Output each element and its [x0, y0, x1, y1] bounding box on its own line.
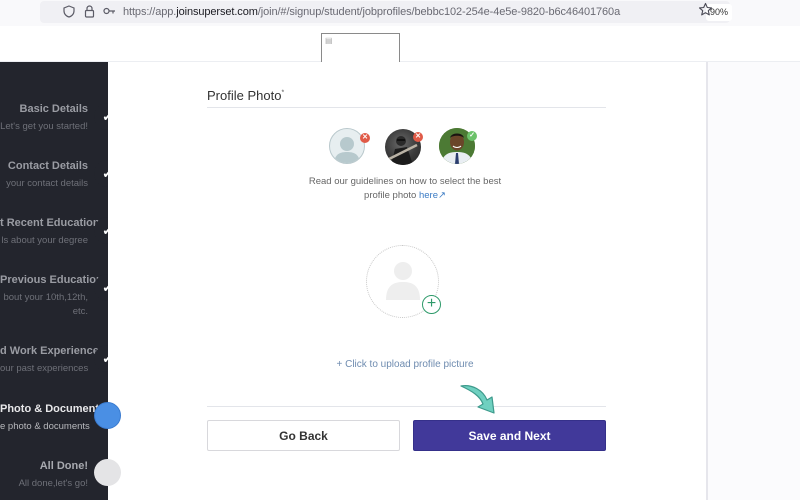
broken-logo-image: ▤ [321, 33, 400, 63]
photo-guidelines-text: Read our guidelines on how to select the… [300, 175, 510, 203]
user-silhouette-icon [334, 137, 360, 163]
sample-photo-placeholder [329, 128, 365, 164]
step-title: Contact Details [7, 160, 88, 172]
step-subtitle: your contact details [6, 178, 88, 189]
step-work-experience[interactable]: d Work Experience our past experiences [0, 345, 108, 376]
user-silhouette-icon [385, 262, 420, 300]
star-icon[interactable] [698, 2, 713, 21]
guidelines-link-label: here [418, 190, 438, 201]
step-previous-education[interactable]: Previous Education bout your 10th,12th, … [0, 274, 108, 319]
step-subtitle: All done,let's go! [18, 478, 88, 489]
url-path: /join/#/signup/student/jobprofiles/bebbc… [257, 6, 621, 18]
step-subtitle: Let's get you started! [0, 121, 88, 132]
save-and-next-button[interactable]: Save and Next [413, 420, 606, 451]
step-title: Previous Education [0, 274, 103, 286]
step-subtitle-continued: etc. [72, 306, 88, 317]
section-title-text: Profile Photo [207, 88, 282, 103]
step-photo-documents[interactable]: Photo & Documents e photo & documents [0, 403, 108, 434]
go-back-button[interactable]: Go Back [207, 420, 400, 451]
annotation-arrow-icon [460, 385, 495, 414]
step-subtitle: our past experiences [0, 363, 89, 374]
page-header [0, 26, 800, 62]
pending-step-indicator [94, 459, 121, 486]
step-title: d Work Experience [0, 345, 99, 357]
browser-toolbar: https://app.joinsuperset.com/join/#/sign… [0, 0, 800, 26]
guidelines-line-1: Read our guidelines on how to select the… [308, 176, 502, 187]
accept-badge-icon: ✓ [467, 131, 477, 141]
reject-badge-icon: ✕ [360, 133, 370, 143]
add-photo-icon[interactable]: + [422, 295, 441, 314]
reject-badge-icon: ✕ [413, 132, 423, 142]
step-subtitle: bout your 10th,12th, [3, 292, 88, 303]
shield-icon[interactable] [62, 5, 76, 19]
section-divider [207, 107, 606, 108]
step-title: All Done! [39, 460, 88, 472]
step-all-done[interactable]: All Done! All done,let's go! [0, 460, 108, 491]
required-mark: * [281, 89, 285, 97]
guidelines-link[interactable]: here↗ [419, 190, 446, 201]
section-title: Profile Photo* [207, 88, 284, 103]
step-title: Basic Details [19, 103, 88, 115]
broken-image-icon: ▤ [325, 36, 333, 45]
url-text[interactable]: https://app.joinsuperset.com/join/#/sign… [123, 6, 620, 18]
step-title: t Recent Education [0, 217, 100, 229]
external-link-icon: ↗ [437, 190, 446, 201]
page-right-gutter [706, 62, 800, 500]
active-step-indicator [94, 402, 121, 429]
key-icon[interactable] [102, 5, 116, 19]
step-recent-education[interactable]: t Recent Education ls about your degree [0, 217, 108, 248]
lock-icon[interactable] [82, 5, 96, 19]
upload-profile-picture-link[interactable]: + Click to upload profile picture [300, 359, 510, 370]
step-title: Photo & Documents [0, 403, 106, 415]
footer-divider [207, 406, 606, 407]
step-contact-details[interactable]: Contact Details your contact details [0, 160, 108, 191]
url-domain: joinsuperset.com [176, 6, 258, 18]
url-prefix: https://app. [123, 6, 177, 18]
step-basic-details[interactable]: Basic Details Let's get you started! [0, 103, 108, 134]
step-subtitle: e photo & documents [0, 421, 90, 432]
address-bar[interactable]: https://app.joinsuperset.com/join/#/sign… [40, 1, 732, 23]
guidelines-line-2: profile photo [364, 190, 419, 201]
step-subtitle: ls about your degree [1, 235, 88, 246]
